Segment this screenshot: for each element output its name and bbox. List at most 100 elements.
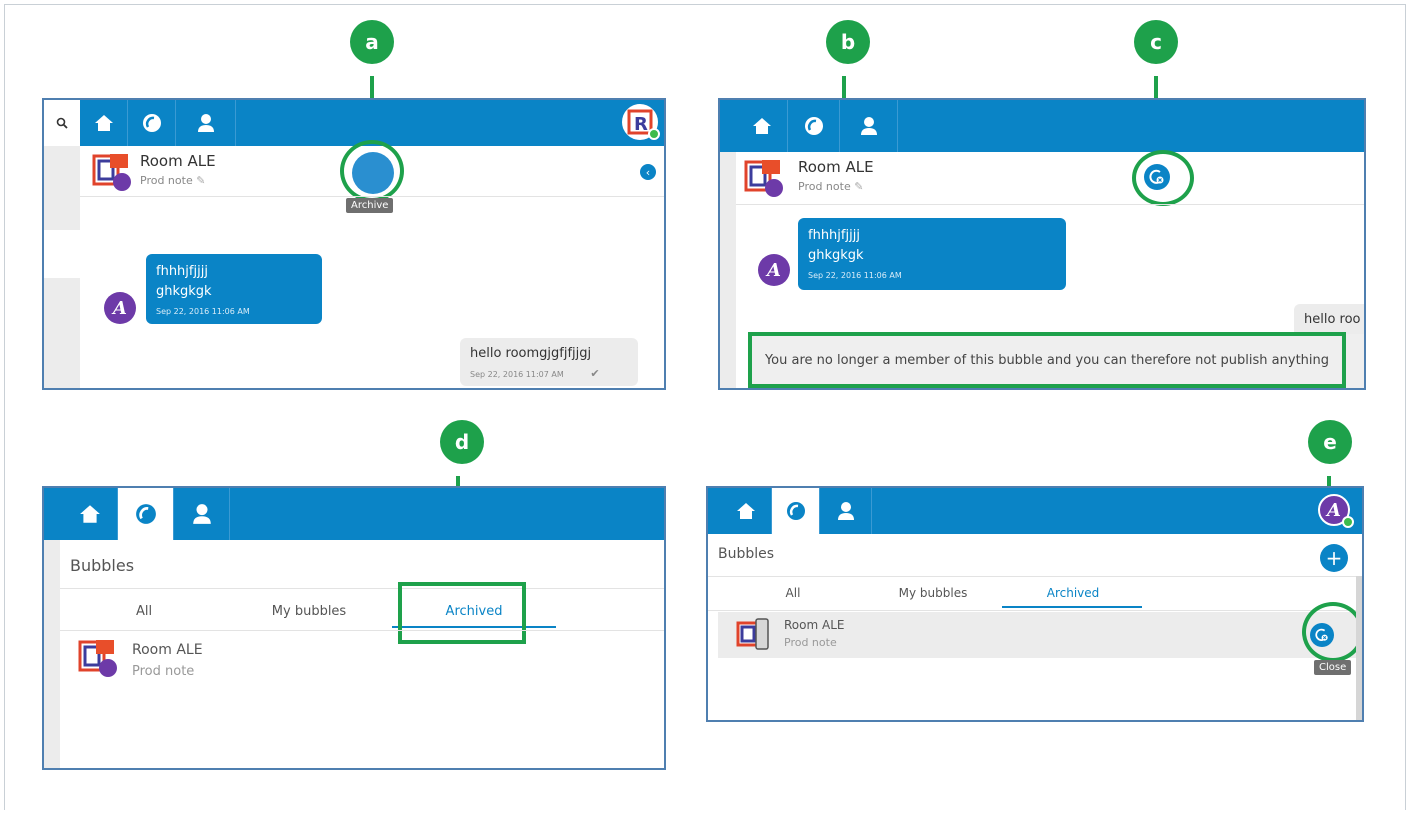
room-title: Room ALE [798, 158, 874, 176]
tabs-divider [708, 610, 1356, 611]
top-nav-bar: A [708, 488, 1362, 534]
user-avatar[interactable]: R [622, 104, 660, 140]
tab-all[interactable]: All [114, 604, 174, 619]
top-nav-bar: R [44, 100, 664, 146]
message-outgoing: hello roomgjgfjfjjgj Sep 22, 2016 11:07 … [460, 338, 638, 386]
tab-my-bubbles[interactable]: My bubbles [254, 604, 364, 619]
header-divider [736, 204, 1364, 205]
room-logo-icon [92, 154, 131, 191]
bubbles-icon [135, 504, 156, 524]
nav-contacts[interactable] [174, 488, 230, 540]
room-logo [92, 152, 132, 192]
presence-dot [1342, 516, 1354, 528]
chevron-left-icon: ‹ [645, 165, 651, 179]
bubbles-icon [804, 117, 823, 135]
room-logo [744, 158, 784, 198]
message-incoming: fhhhjfjjjj ghkgkgk Sep 22, 2016 11:06 AM [146, 254, 322, 324]
message-line: ghkgkgk [156, 284, 212, 299]
sender-avatar: A [104, 292, 136, 324]
room-logo [78, 638, 118, 678]
list-item[interactable]: Room ALE Prod note [718, 612, 1356, 658]
search-button[interactable] [44, 100, 80, 146]
header-divider [60, 588, 664, 589]
marker-a: a [350, 20, 394, 64]
tab-archived[interactable]: Archived [1028, 586, 1118, 600]
room-logo-icon [744, 160, 783, 197]
marker-b: b [826, 20, 870, 64]
contacts-icon [860, 117, 877, 135]
add-bubble-button[interactable]: + [1320, 544, 1348, 572]
nav-bubbles[interactable] [118, 488, 174, 540]
tabs-divider [60, 630, 664, 631]
contacts-icon [837, 502, 854, 520]
message-text: hello roo [1304, 312, 1361, 327]
home-icon [79, 505, 100, 523]
marker-e: e [1308, 420, 1352, 464]
collapse-button[interactable]: ‹ [640, 164, 656, 180]
room-logo-icon [736, 618, 769, 650]
left-strip [44, 540, 60, 768]
panel-d-bubbles: Bubbles All My bubbles Archived Room ALE… [42, 486, 666, 770]
message-time: Sep 22, 2016 11:06 AM [808, 271, 902, 280]
nav-contacts[interactable] [176, 100, 236, 146]
highlight-notice: You are no longer a member of this bubbl… [748, 332, 1346, 388]
home-icon [94, 115, 113, 131]
room-note: Prod note ✎ [140, 174, 206, 187]
contacts-icon [192, 504, 211, 524]
nav-home[interactable] [62, 488, 118, 540]
svg-text:R: R [634, 114, 648, 135]
edit-icon[interactable]: ✎ [196, 174, 205, 187]
membership-notice: You are no longer a member of this bubbl… [764, 352, 1330, 368]
nav-home[interactable] [80, 100, 128, 146]
message-line: ghkgkgk [808, 248, 864, 263]
room-note: Prod note [132, 664, 195, 679]
scrollbar[interactable] [1356, 576, 1362, 720]
presence-dot [648, 128, 660, 140]
search-icon [56, 117, 68, 129]
nav-bubbles[interactable] [788, 100, 840, 152]
page-title: Bubbles [70, 556, 135, 575]
message-time: Sep 22, 2016 11:06 AM [156, 307, 250, 316]
room-logo [736, 617, 772, 653]
active-tab-underline [1002, 606, 1142, 608]
header-divider [80, 196, 664, 197]
nav-home[interactable] [720, 488, 772, 534]
plus-icon: + [1325, 546, 1343, 570]
page-title: Bubbles [718, 546, 775, 562]
header-divider [708, 576, 1356, 577]
room-logo-icon [78, 640, 117, 677]
close-tooltip: Close [1314, 660, 1352, 675]
bubbles-icon [142, 114, 161, 132]
highlight-close [1132, 150, 1194, 206]
top-nav-bar [720, 100, 1364, 152]
highlight-archived-tab [398, 582, 526, 644]
left-strip [720, 152, 736, 388]
room-note: Prod note ✎ [798, 180, 864, 193]
tab-my-bubbles[interactable]: My bubbles [888, 586, 978, 600]
contacts-icon [197, 114, 214, 132]
nav-contacts[interactable] [820, 488, 872, 534]
room-title: Room ALE [140, 152, 216, 170]
message-time: Sep 22, 2016 11:07 AM ✔ [470, 367, 600, 380]
panel-b-chat: Room ALE Prod note ✎ A fhhhjfjjjj ghkgkg… [718, 98, 1366, 390]
panel-a-chat: R Room ALE Prod note ✎ Archive ‹ A fhhhj… [42, 98, 666, 390]
message-line: fhhhjfjjjj [156, 264, 208, 279]
home-icon [736, 503, 755, 519]
room-title: Room ALE [132, 642, 203, 658]
sender-avatar: A [758, 254, 790, 286]
nav-bubbles[interactable] [772, 488, 820, 534]
nav-home[interactable] [736, 100, 788, 152]
nav-bubbles[interactable] [128, 100, 176, 146]
room-title: Room ALE [784, 618, 845, 632]
home-icon [752, 118, 771, 134]
room-note: Prod note [784, 636, 837, 649]
message-line: fhhhjfjjjj [808, 228, 860, 243]
nav-contacts[interactable] [840, 100, 898, 152]
checkmark-icon: ✔ [590, 367, 600, 380]
tab-all[interactable]: All [768, 586, 818, 600]
left-strip-gap [44, 230, 80, 278]
archive-tooltip: Archive [346, 198, 394, 213]
bubbles-icon [786, 502, 805, 520]
edit-icon[interactable]: ✎ [854, 180, 863, 193]
highlight-archive [340, 140, 404, 202]
